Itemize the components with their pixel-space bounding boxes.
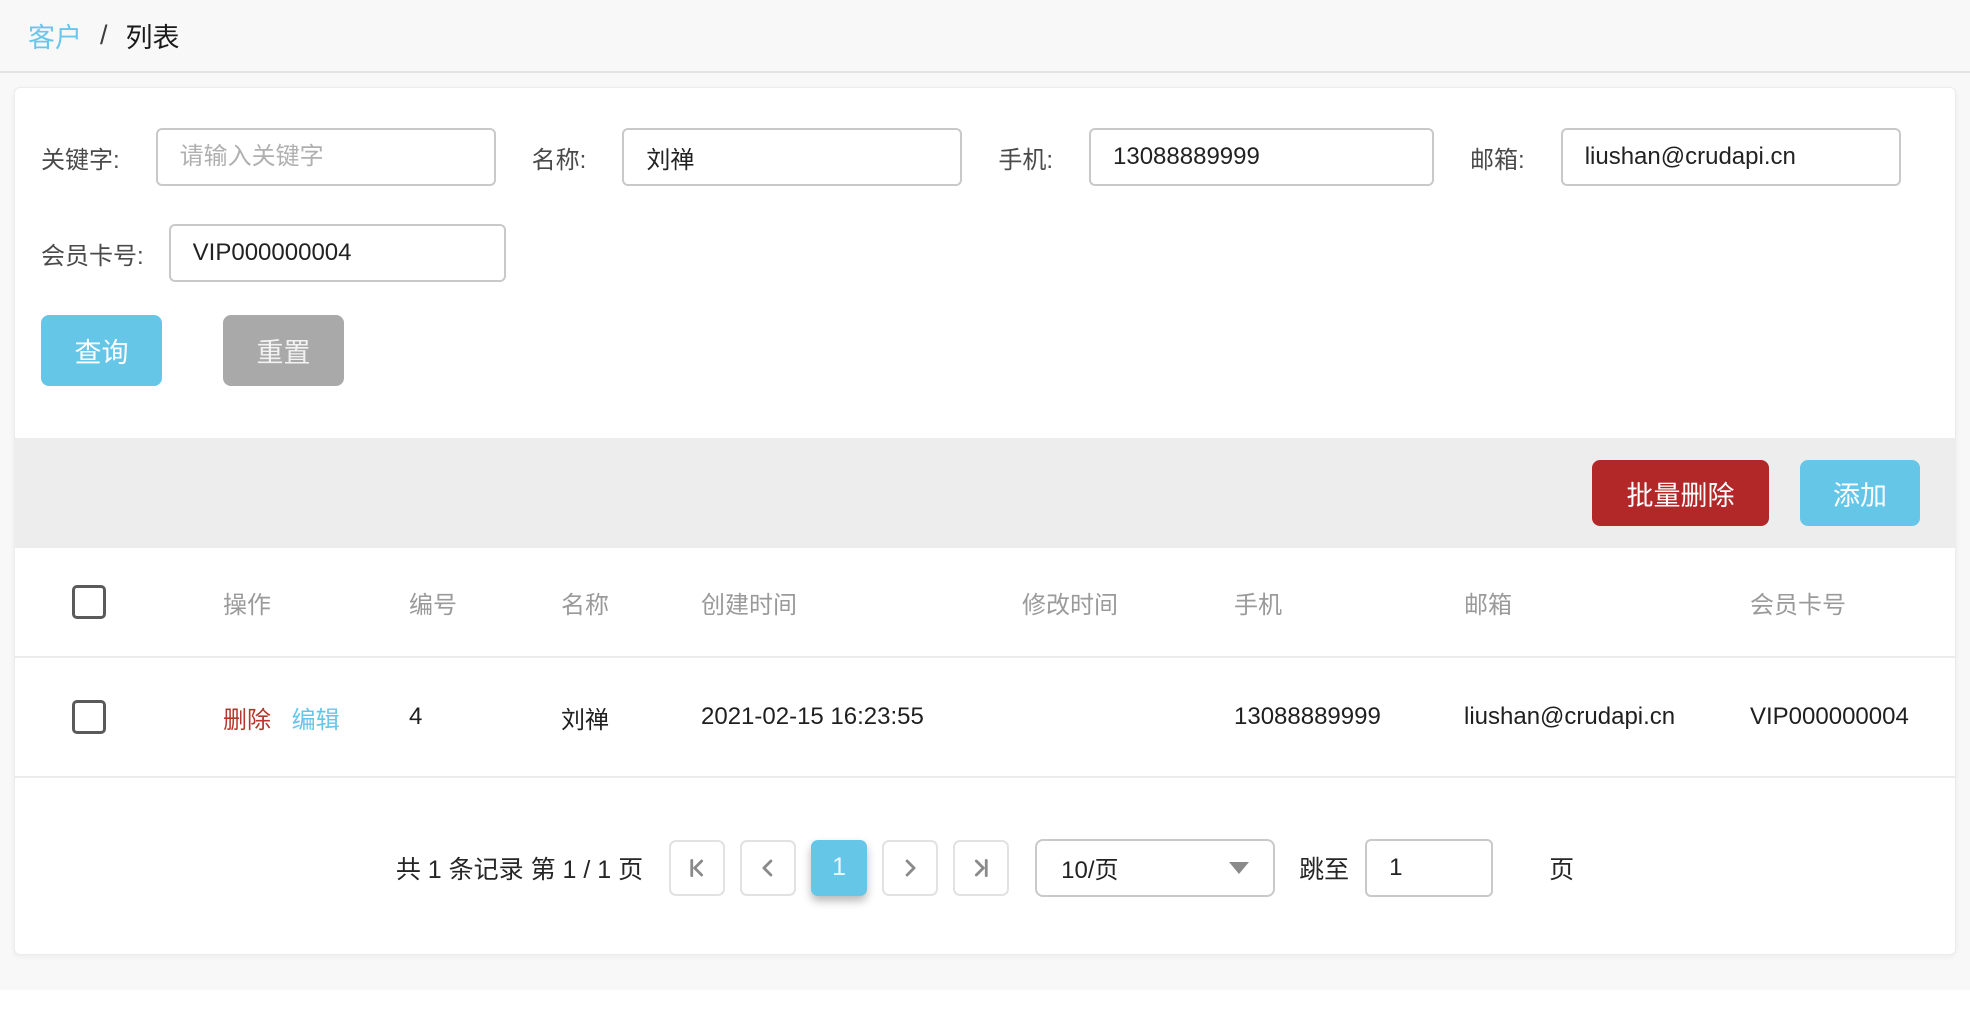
- email-field-group: 邮箱:: [1470, 128, 1901, 186]
- breadcrumb-customers-link[interactable]: 客户: [28, 16, 82, 55]
- jump-page-input[interactable]: [1365, 838, 1494, 897]
- row-created-cell: 2021-02-15 16:23:55: [701, 703, 924, 730]
- search-button[interactable]: 查询: [41, 315, 162, 386]
- table-header-row: 操作 编号 名称 创建时间 修改时间 手机 邮箱 会员卡号: [15, 548, 1955, 658]
- edit-link[interactable]: 编辑: [292, 707, 340, 734]
- add-button[interactable]: 添加: [1800, 460, 1920, 526]
- name-label: 名称:: [531, 146, 587, 174]
- dropdown-arrow-icon: [1229, 861, 1250, 874]
- content-card: 关键字: 名称: 手机: 邮箱: 会员卡号:: [14, 87, 1956, 955]
- name-input[interactable]: [622, 128, 963, 186]
- row-name-cell: 刘禅: [561, 706, 609, 734]
- row-checkbox[interactable]: [72, 700, 106, 734]
- filter-row-1: 关键字: 名称: 手机: 邮箱:: [41, 128, 1929, 186]
- batch-delete-button[interactable]: 批量删除: [1592, 460, 1769, 526]
- page-size-select[interactable]: 10/页: [1035, 838, 1276, 897]
- phone-input[interactable]: [1089, 128, 1435, 186]
- name-field-group: 名称:: [532, 128, 963, 186]
- column-header-card: 会员卡号: [1750, 591, 1846, 619]
- chevron-right-icon: [896, 854, 924, 882]
- filter-actions: 查询 重置: [41, 315, 1929, 386]
- card-field-group: 会员卡号:: [41, 224, 506, 282]
- prev-page-button[interactable]: [740, 839, 797, 896]
- row-phone-cell: 13088889999: [1234, 703, 1381, 730]
- row-select-cell: [15, 700, 155, 734]
- table-toolbar: 批量删除 添加: [15, 438, 1955, 548]
- select-all-cell: [15, 585, 155, 619]
- keyword-label: 关键字:: [41, 146, 120, 174]
- page-unit-label: 页: [1549, 855, 1575, 884]
- customer-list-page: 客户 / 列表 关键字: 名称: 手机: 邮箱:: [0, 0, 1970, 990]
- row-card-cell: VIP000000004: [1750, 703, 1909, 730]
- pagination: 共 1 条记录 第 1 / 1 页 1 10/页 跳至 1 页: [15, 778, 1955, 954]
- email-label: 邮箱:: [1470, 146, 1525, 174]
- phone-label: 手机:: [998, 146, 1054, 174]
- member-card-input[interactable]: [168, 224, 506, 282]
- select-all-checkbox[interactable]: [72, 585, 106, 619]
- first-page-icon: [683, 854, 711, 882]
- keyword-input[interactable]: [155, 128, 496, 186]
- column-header-id: 编号: [409, 591, 457, 619]
- row-id-cell: 4: [409, 703, 423, 730]
- next-page-button[interactable]: [882, 839, 939, 896]
- table-row: 删除 编辑 4 刘禅 2021-02-15 16:23:55 130888899…: [15, 658, 1955, 778]
- first-page-button[interactable]: [669, 839, 726, 896]
- breadcrumb-current-page: 列表: [125, 23, 180, 53]
- column-header-created: 创建时间: [701, 591, 797, 619]
- last-page-button[interactable]: [953, 839, 1010, 896]
- page-size-value: 10/页: [1061, 857, 1119, 884]
- breadcrumb-separator: /: [100, 20, 108, 50]
- pagination-summary: 共 1 条记录 第 1 / 1 页: [395, 855, 644, 884]
- member-card-label: 会员卡号:: [41, 242, 144, 270]
- row-actions-cell: 删除 编辑: [155, 700, 345, 735]
- jump-to-label: 跳至: [1299, 855, 1350, 884]
- email-input[interactable]: [1560, 128, 1901, 186]
- delete-link[interactable]: 删除: [223, 707, 271, 734]
- column-header-modified: 修改时间: [1022, 591, 1118, 619]
- keyword-field-group: 关键字:: [41, 128, 496, 186]
- column-header-phone: 手机: [1234, 591, 1282, 619]
- filter-row-2: 会员卡号:: [41, 224, 1929, 282]
- page-1-button[interactable]: 1: [811, 839, 868, 896]
- column-header-name: 名称: [561, 591, 609, 619]
- breadcrumb: 客户 / 列表: [0, 0, 1970, 73]
- phone-field-group: 手机:: [998, 128, 1435, 186]
- reset-button[interactable]: 重置: [223, 315, 344, 386]
- chevron-left-icon: [754, 854, 782, 882]
- filter-section: 关键字: 名称: 手机: 邮箱: 会员卡号:: [15, 88, 1955, 386]
- column-header-email: 邮箱: [1464, 591, 1512, 619]
- column-header-actions: 操作: [223, 591, 271, 619]
- last-page-icon: [967, 854, 995, 882]
- row-email-cell: liushan@crudapi.cn: [1464, 703, 1676, 730]
